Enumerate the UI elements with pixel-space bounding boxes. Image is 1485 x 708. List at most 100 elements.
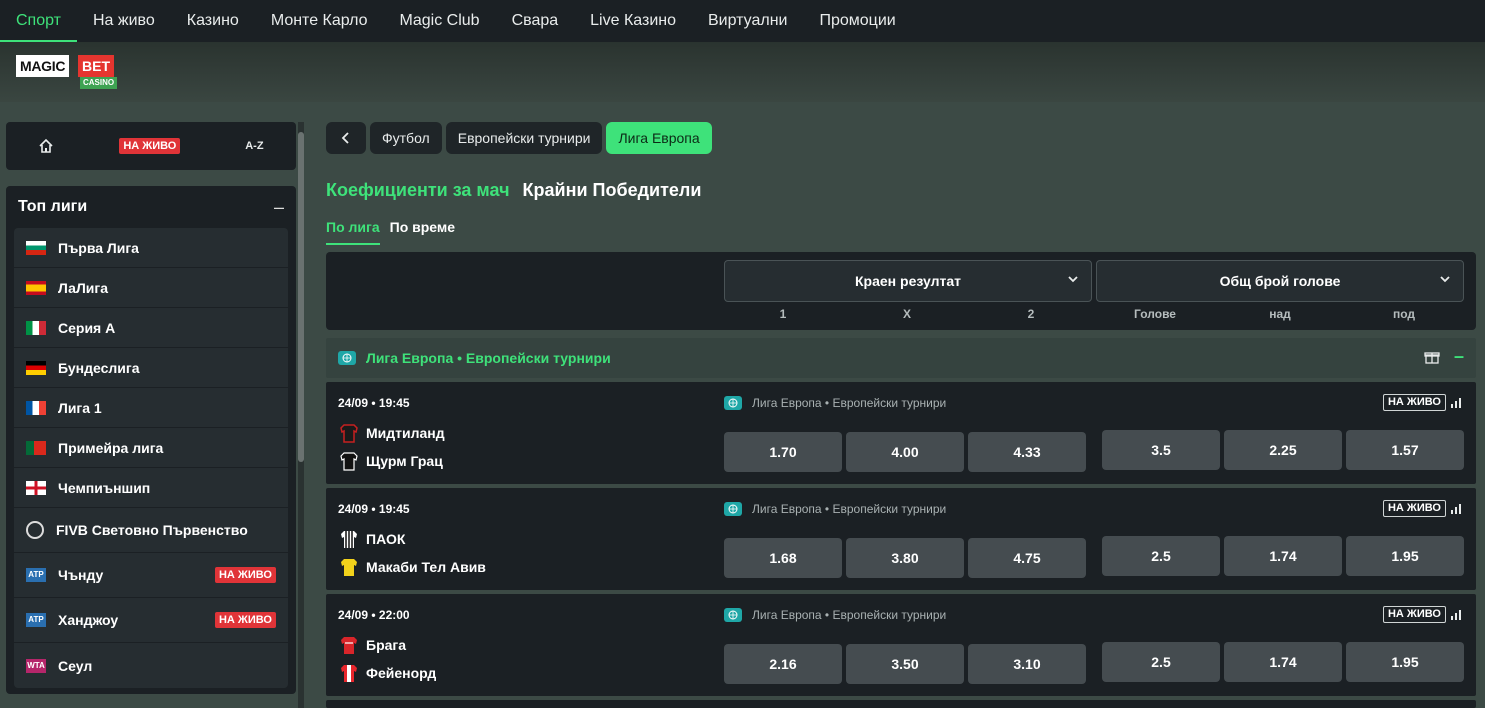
odds-button-x[interactable]: 3.80 <box>846 538 964 578</box>
stats-icon[interactable] <box>1450 396 1464 408</box>
sidebar-item-league[interactable]: Чемпиъншип <box>14 468 288 508</box>
goals-market-select[interactable]: Общ брой голове <box>1096 260 1464 302</box>
top-leagues-header[interactable]: Топ лиги – <box>6 186 296 228</box>
nav-live[interactable]: На живо <box>77 0 171 42</box>
nav-live-casino[interactable]: Live Казино <box>574 0 692 42</box>
away-team[interactable]: Макаби Тел Авив <box>338 556 486 578</box>
odds-button-x[interactable]: 4.00 <box>846 432 964 472</box>
result-market-label: Краен резултат <box>855 273 961 289</box>
atp-icon: ATP <box>26 613 46 627</box>
odds-button-over[interactable]: 1.74 <box>1224 536 1342 576</box>
odds-button-over[interactable]: 2.25 <box>1224 430 1342 470</box>
sidebar-item-league[interactable]: Лига 1 <box>14 388 288 428</box>
nav-casino[interactable]: Казино <box>171 0 255 42</box>
title-outright[interactable]: Крайни Победители <box>523 180 702 200</box>
gift-icon[interactable] <box>1424 349 1440 365</box>
live-filter-button[interactable]: НА ЖИВО <box>119 138 181 154</box>
odds-button-1[interactable]: 1.68 <box>724 538 842 578</box>
nav-magic-club[interactable]: Magic Club <box>384 0 496 42</box>
match-row[interactable]: 24/09 • 19:45 Мидтиланд Щурм Грац Лига Е… <box>326 382 1476 484</box>
collapse-icon[interactable]: – <box>274 197 284 218</box>
sidebar-item-league[interactable]: Серия А <box>14 308 288 348</box>
odds-button-1[interactable]: 1.70 <box>724 432 842 472</box>
league-label: ЛаЛига <box>58 279 109 296</box>
collapse-group-icon[interactable]: – <box>1454 346 1464 367</box>
stats-icon[interactable] <box>1450 502 1464 514</box>
goals-line[interactable]: 2.5 <box>1102 642 1220 682</box>
sidebar-item-league[interactable]: FIVB Световно Първенство <box>14 508 288 553</box>
breadcrumb-european[interactable]: Европейски турнири <box>445 122 603 154</box>
stats-icon[interactable] <box>1450 608 1464 620</box>
odds-button-over[interactable]: 1.74 <box>1224 642 1342 682</box>
live-status-badge: НА ЖИВО <box>1382 394 1446 411</box>
home-team-name: Брага <box>366 637 407 653</box>
jersey-icon <box>338 556 360 578</box>
breadcrumb-football[interactable]: Футбол <box>370 122 442 154</box>
goals-line[interactable]: 3.5 <box>1102 430 1220 470</box>
odds-button-2[interactable]: 3.10 <box>968 644 1086 684</box>
jersey-icon <box>338 634 360 656</box>
logo-bet: BET <box>78 55 114 77</box>
nav-virtual[interactable]: Виртуални <box>692 0 804 42</box>
home-team[interactable]: Брага <box>338 634 406 656</box>
sidebar-item-league[interactable]: ATP Ханджоу НА ЖИВО <box>14 598 288 643</box>
sidebar-item-league[interactable]: Примейра лига <box>14 428 288 468</box>
nav-svara[interactable]: Свара <box>496 0 575 42</box>
chevron-down-icon <box>1440 276 1450 283</box>
jersey-icon <box>338 422 360 444</box>
odds-button-x[interactable]: 3.50 <box>846 644 964 684</box>
league-label: Чемпиъншип <box>58 479 151 496</box>
spain-flag-icon <box>26 280 46 295</box>
jersey-icon <box>338 528 360 550</box>
sidebar-item-league[interactable]: WTA Сеул <box>14 643 288 688</box>
match-league: Лига Европа • Европейски турнири <box>724 608 946 622</box>
sidebar-item-league[interactable]: ATP Чънду НА ЖИВО <box>14 553 288 598</box>
match-row[interactable]: 24/09 • 22:00 Брага Фейенорд Лига Европа… <box>326 594 1476 696</box>
home-icon[interactable] <box>38 138 54 154</box>
scrollbar-thumb[interactable] <box>298 132 304 462</box>
match-row[interactable]: 24/09 • 19:45 ПАОК Макаби Тел Авив Лига … <box>326 488 1476 590</box>
odds-button-2[interactable]: 4.33 <box>968 432 1086 472</box>
home-team[interactable]: ПАОК <box>338 528 405 550</box>
match-row[interactable] <box>326 700 1476 708</box>
away-team-name: Фейенорд <box>366 665 437 681</box>
bulgaria-flag-icon <box>26 240 46 255</box>
italy-flag-icon <box>26 320 46 335</box>
sidebar-quick-nav: НА ЖИВО A-Z <box>6 122 296 170</box>
away-team-name: Макаби Тел Авив <box>366 559 486 575</box>
breadcrumb-europa-league[interactable]: Лига Европа <box>606 122 712 154</box>
nav-sport[interactable]: Спорт <box>0 0 77 42</box>
nav-promotions[interactable]: Промоции <box>803 0 911 42</box>
back-button[interactable] <box>326 122 366 154</box>
odds-button-1[interactable]: 2.16 <box>724 644 842 684</box>
az-button[interactable]: A-Z <box>245 140 263 152</box>
breadcrumb: Футбол Европейски турнири Лига Европа <box>326 122 712 154</box>
result-market-select[interactable]: Краен резултат <box>724 260 1092 302</box>
sidebar-scrollbar[interactable] <box>298 122 304 708</box>
sidebar-item-league[interactable]: ЛаЛига <box>14 268 288 308</box>
league-group-header[interactable]: Лига Европа • Европейски турнири – <box>326 338 1476 378</box>
goals-line[interactable]: 2.5 <box>1102 536 1220 576</box>
title-match-odds[interactable]: Коефициенти за мач <box>326 180 510 200</box>
live-badge: НА ЖИВО <box>214 612 276 628</box>
tab-by-time[interactable]: По време <box>390 219 455 245</box>
away-team[interactable]: Щурм Грац <box>338 450 443 472</box>
odds-button-2[interactable]: 4.75 <box>968 538 1086 578</box>
match-league: Лига Европа • Европейски турнири <box>724 502 946 516</box>
odds-button-under[interactable]: 1.57 <box>1346 430 1464 470</box>
brand-bar: MAGIC BET CASINO <box>0 42 1485 102</box>
odds-button-under[interactable]: 1.95 <box>1346 642 1464 682</box>
home-team-name: ПАОК <box>366 531 406 547</box>
sidebar-item-league[interactable]: Бундеслига <box>14 348 288 388</box>
col-label-x: X <box>902 307 911 321</box>
goals-market-label: Общ брой голове <box>1219 273 1341 289</box>
logo-casino: CASINO <box>80 77 118 89</box>
away-team[interactable]: Фейенорд <box>338 662 436 684</box>
sidebar-item-league[interactable]: Първа Лига <box>14 228 288 268</box>
league-label: Чънду <box>58 567 104 583</box>
tab-by-league[interactable]: По лига <box>326 219 380 245</box>
home-team[interactable]: Мидтиланд <box>338 422 445 444</box>
jersey-icon <box>338 662 360 684</box>
nav-monte-carlo[interactable]: Монте Карло <box>255 0 384 42</box>
odds-button-under[interactable]: 1.95 <box>1346 536 1464 576</box>
